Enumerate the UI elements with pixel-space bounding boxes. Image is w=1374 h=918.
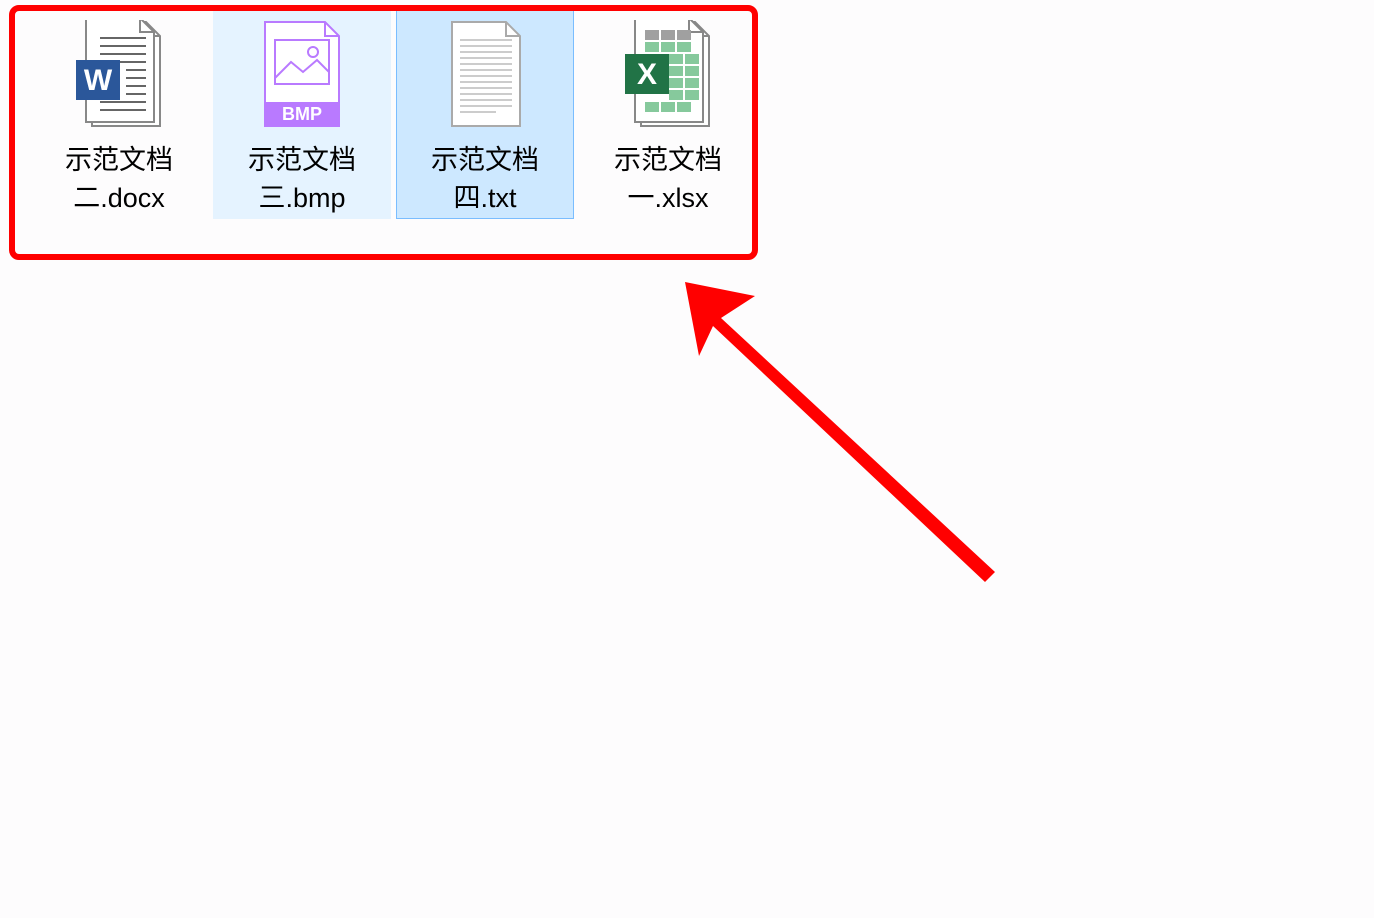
text-document-icon	[440, 20, 530, 128]
word-document-icon: W	[74, 20, 164, 128]
file-label: 示范文档 二.docx	[65, 142, 173, 218]
file-item-bmp[interactable]: BMP 示范文档 三.bmp	[213, 9, 391, 219]
svg-text:BMP: BMP	[282, 104, 322, 124]
file-grid: W 示范文档 二.docx BMP 示范文档 三.bmp	[30, 9, 757, 219]
bmp-image-icon: BMP	[257, 20, 347, 128]
file-item-xlsx[interactable]: X 示范文档 一.xlsx	[579, 9, 757, 219]
arrow-annotation-icon	[685, 282, 1005, 582]
svg-text:X: X	[637, 58, 657, 91]
file-item-txt[interactable]: 示范文档 四.txt	[396, 9, 574, 219]
file-label: 示范文档 一.xlsx	[614, 142, 722, 218]
svg-text:W: W	[84, 64, 113, 97]
file-label: 示范文档 四.txt	[431, 142, 539, 218]
file-item-docx[interactable]: W 示范文档 二.docx	[30, 9, 208, 219]
excel-spreadsheet-icon: X	[623, 20, 713, 128]
file-label: 示范文档 三.bmp	[248, 142, 356, 218]
